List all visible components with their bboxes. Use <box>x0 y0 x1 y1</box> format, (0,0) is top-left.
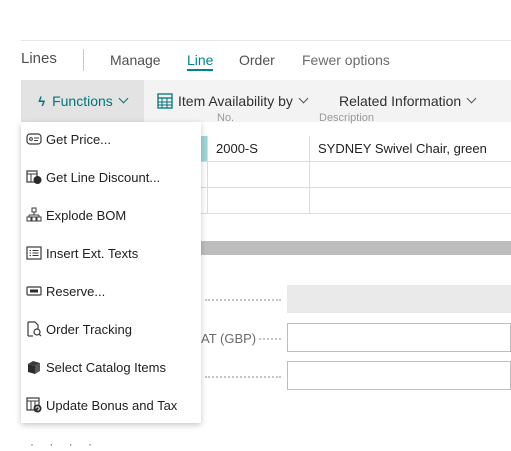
row-selector[interactable] <box>201 162 208 187</box>
menu-item-order-tracking[interactable]: Order Tracking <box>21 310 201 348</box>
tab-manage[interactable]: Manage <box>110 52 161 68</box>
menu-item-label: Insert Ext. Texts <box>46 245 139 261</box>
table-row[interactable] <box>201 162 511 188</box>
cell-no[interactable] <box>208 162 310 187</box>
menu-item-insert-ext-texts[interactable]: Insert Ext. Texts <box>21 234 201 272</box>
partial-text: · · · · <box>30 437 98 451</box>
item-availability-label: Item Availability by <box>178 93 293 109</box>
menu-item-update-bonus-and-tax[interactable]: Update Bonus and Tax <box>21 386 201 424</box>
chevron-down-icon <box>118 93 129 104</box>
reserve-icon <box>26 283 42 299</box>
related-information-label: Related Information <box>339 93 462 109</box>
fewer-options-link[interactable]: Fewer options <box>302 52 390 68</box>
chevron-down-icon <box>466 93 477 104</box>
price-tag-icon <box>26 131 42 147</box>
menu-item-select-catalog-items[interactable]: Select Catalog Items <box>21 348 201 386</box>
menu-item-get-line-discount[interactable]: Get Line Discount... <box>21 158 201 196</box>
catalog-icon <box>26 359 42 375</box>
functions-label: Functions <box>52 93 113 109</box>
cell-description[interactable] <box>310 162 511 187</box>
line-discount-icon <box>26 169 42 185</box>
column-header-no[interactable]: No. <box>217 112 234 124</box>
amount-field[interactable] <box>287 361 511 390</box>
bom-tree-icon <box>26 207 42 223</box>
column-header-description[interactable]: Description <box>319 112 374 124</box>
availability-grid-icon <box>157 93 173 109</box>
row-selector[interactable] <box>201 136 208 161</box>
menu-item-label: Order Tracking <box>46 321 132 337</box>
grid-header: No. Description <box>201 112 511 132</box>
order-tracking-icon <box>26 321 42 337</box>
menu-item-reserve[interactable]: Reserve... <box>21 272 201 310</box>
tab-line[interactable]: Line <box>187 52 214 71</box>
menu-item-label: Update Bonus and Tax <box>46 397 178 413</box>
cell-no[interactable]: 2000-S <box>208 136 310 161</box>
functions-menu: Get Price... Get Line Discount... Explod… <box>21 122 201 423</box>
lightning-icon: ϟ <box>38 93 46 109</box>
field-leader-dots <box>259 337 281 340</box>
cell-description[interactable] <box>310 188 511 213</box>
menu-item-explode-bom[interactable]: Explode BOM <box>21 196 201 234</box>
field-leader-dots <box>205 298 281 301</box>
row-selector[interactable] <box>201 188 208 213</box>
cell-description[interactable]: SYDNEY Swivel Chair, green <box>310 136 511 161</box>
field-leader-dots <box>205 375 281 378</box>
text-list-icon <box>26 245 42 261</box>
chevron-down-icon <box>298 93 309 104</box>
top-divider <box>21 40 511 41</box>
menu-item-label: Get Line Discount... <box>46 169 161 185</box>
table-row[interactable]: 2000-S SYDNEY Swivel Chair, green <box>201 136 511 162</box>
vat-field-label: AT (GBP) <box>201 331 257 346</box>
menu-item-get-price[interactable]: Get Price... <box>21 120 201 158</box>
menu-item-label: Get Price... <box>46 131 112 147</box>
lines-title: Lines <box>21 50 57 67</box>
cell-no[interactable] <box>208 188 310 213</box>
menu-item-label: Select Catalog Items <box>46 359 166 375</box>
horizontal-scrollbar[interactable] <box>201 241 511 255</box>
tab-separator <box>83 49 84 71</box>
vat-amount-field[interactable] <box>287 323 511 352</box>
bonus-tax-icon <box>26 397 42 413</box>
menu-item-label: Reserve... <box>46 283 106 299</box>
tab-order[interactable]: Order <box>239 52 275 68</box>
table-row[interactable] <box>201 188 511 214</box>
functions-button[interactable]: ϟ Functions <box>21 80 144 122</box>
readonly-field <box>287 285 511 313</box>
menu-item-label: Explode BOM <box>46 207 127 223</box>
